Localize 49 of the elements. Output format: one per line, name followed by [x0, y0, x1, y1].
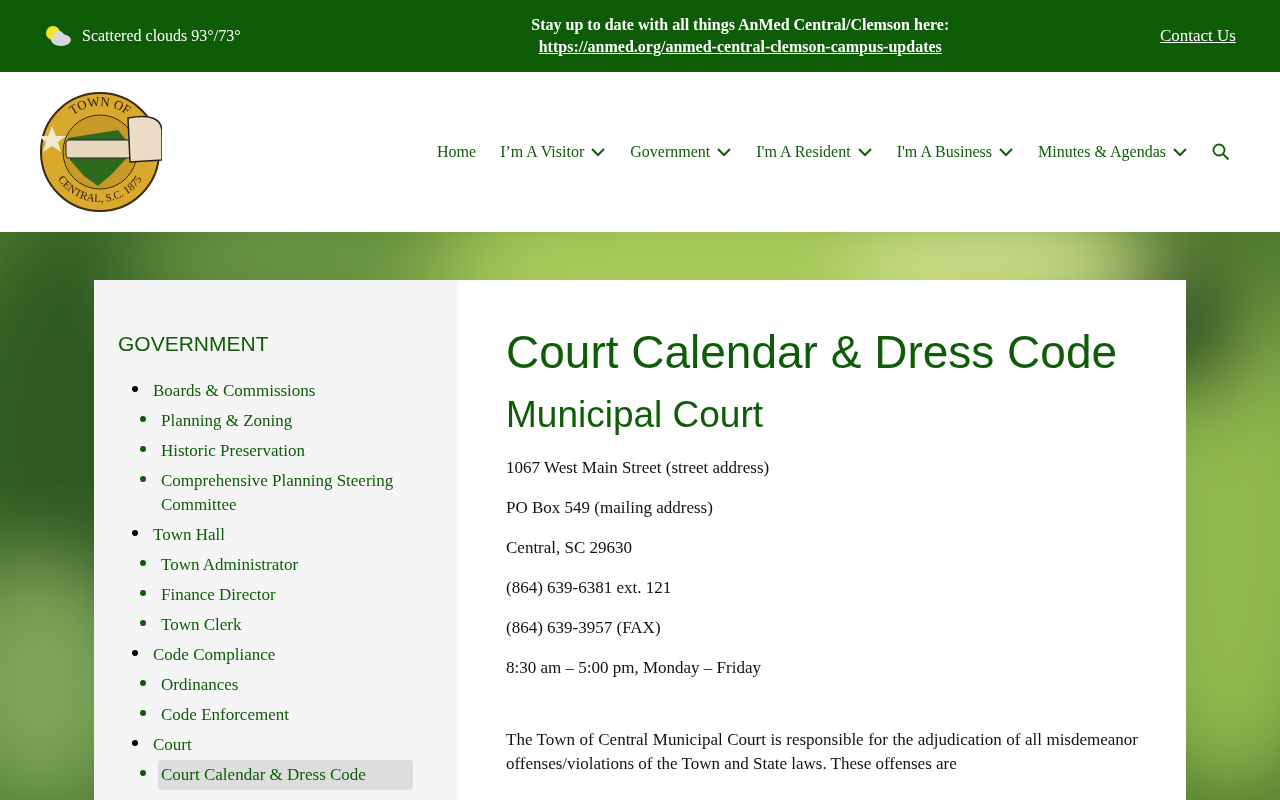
bullet-icon	[140, 475, 146, 482]
bullet-icon	[132, 649, 138, 656]
sidebar-link[interactable]: Town Administrator	[158, 549, 302, 580]
bullet-icon	[140, 769, 146, 776]
sidebar-link[interactable]: Comprehensive Planning Steering Committee	[158, 465, 436, 520]
contact-line: PO Box 549 (mailing address)	[506, 497, 714, 519]
bullet-icon	[140, 559, 146, 566]
bullet-icon	[132, 529, 138, 536]
sidebar-link[interactable]: Town Hall	[150, 519, 228, 550]
bullet-icon	[140, 679, 146, 686]
notice-link[interactable]: https://anmed.org/anmed-central-clemson-campus-updates	[538, 36, 942, 58]
nav-link[interactable]: Government	[630, 140, 733, 164]
nav-link[interactable]: I’m A Visitor	[500, 140, 607, 164]
page-title: Court Calendar & Dress Code	[506, 325, 1119, 380]
bullet-icon	[132, 739, 138, 746]
bullet-icon	[132, 385, 138, 392]
body-paragraph: The Town of Central Municipal Court is responsible for the adjudication of all misdemeanor offenses/violations of the Town and State laws. These offenses are	[506, 729, 1138, 775]
sidebar-link[interactable]: Code Compliance	[150, 639, 279, 670]
nav-link[interactable]: Home	[437, 140, 477, 164]
sidebar-link[interactable]: Court Calendar & Dress Code	[158, 759, 413, 790]
sidebar-link[interactable]: Ordinances	[158, 669, 242, 700]
sidebar-link[interactable]: Planning & Zoning	[158, 405, 296, 436]
sidebar-link[interactable]: Code Enforcement	[158, 699, 292, 730]
bullet-icon	[140, 445, 146, 452]
nav-link[interactable]: I'm A Business	[896, 140, 1014, 164]
logo-text: TOWN OF	[66, 93, 134, 118]
notice-text: Stay up to date with all things AnMed Central/Clemson here:	[531, 15, 950, 36]
sidebar-title: GOVERNMENT	[118, 331, 270, 357]
sidebar-link[interactable]: Historic Preservation	[158, 435, 308, 466]
sidebar-link[interactable]: Boards & Commissions	[150, 375, 319, 406]
bullet-icon	[140, 619, 146, 626]
bullet-icon	[140, 589, 146, 596]
sidebar-link[interactable]: Court	[150, 729, 195, 760]
weather-text: Scattered clouds 93°/73°	[82, 26, 241, 46]
bullet-icon	[140, 709, 146, 716]
contact-line: Central, SC 29630	[506, 537, 634, 559]
contact-line: 8:30 am – 5:00 pm, Monday – Friday	[506, 657, 762, 679]
nav-link[interactable]: I'm A Resident	[756, 140, 873, 164]
nav-link[interactable]: Minutes & Agendas	[1038, 140, 1188, 164]
section-heading: Municipal Court	[506, 393, 765, 437]
contact-line: 1067 West Main Street (street address)	[506, 457, 771, 479]
contact-link[interactable]: Contact Us	[1159, 23, 1236, 49]
bullet-icon	[140, 415, 146, 422]
partly-cloudy-icon	[44, 25, 72, 47]
contact-line: (864) 639-3957 (FAX)	[506, 617, 662, 639]
contact-line: (864) 639-6381 ext. 121	[506, 577, 673, 599]
search-icon[interactable]	[1212, 143, 1230, 161]
sidebar-link[interactable]: Town Clerk	[158, 609, 245, 640]
sidebar-link[interactable]: Finance Director	[158, 579, 279, 610]
